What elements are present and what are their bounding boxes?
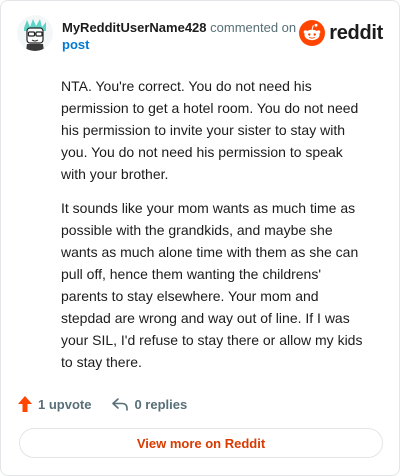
comment-actions: 1 upvote 0 replies xyxy=(17,393,187,415)
upvote-arrow-icon xyxy=(18,396,32,412)
comment-paragraph: NTA. You're correct. You do not need his… xyxy=(61,78,359,182)
reddit-comment-embed: MyRedditUserName428 commented on post re… xyxy=(0,0,400,476)
comment-header: MyRedditUserName428 commented on post re… xyxy=(17,15,383,55)
replies-count: 0 replies xyxy=(134,396,188,412)
comment-paragraph: It sounds like your mom wants as much ti… xyxy=(61,200,363,370)
avatar-icon xyxy=(17,15,53,51)
post-link[interactable]: post xyxy=(62,37,89,52)
commented-on-text: commented on xyxy=(210,20,297,35)
reddit-snoo-icon xyxy=(299,20,326,46)
view-more-on-reddit-button[interactable]: View more on Reddit xyxy=(19,428,383,458)
upvote-count: 1 upvote xyxy=(38,396,92,412)
replies-button[interactable]: 0 replies xyxy=(111,396,187,412)
reddit-wordmark: reddit xyxy=(329,21,383,44)
reply-arrow-icon xyxy=(112,398,129,411)
upvote-button[interactable]: 1 upvote xyxy=(17,395,91,413)
reddit-logo[interactable]: reddit xyxy=(299,19,383,47)
comment-meta: MyRedditUserName428 commented on post xyxy=(62,19,312,53)
comment-body: NTA. You're correct. You do not need his… xyxy=(61,75,371,385)
avatar[interactable] xyxy=(17,15,53,51)
username-link[interactable]: MyRedditUserName428 xyxy=(62,20,207,35)
